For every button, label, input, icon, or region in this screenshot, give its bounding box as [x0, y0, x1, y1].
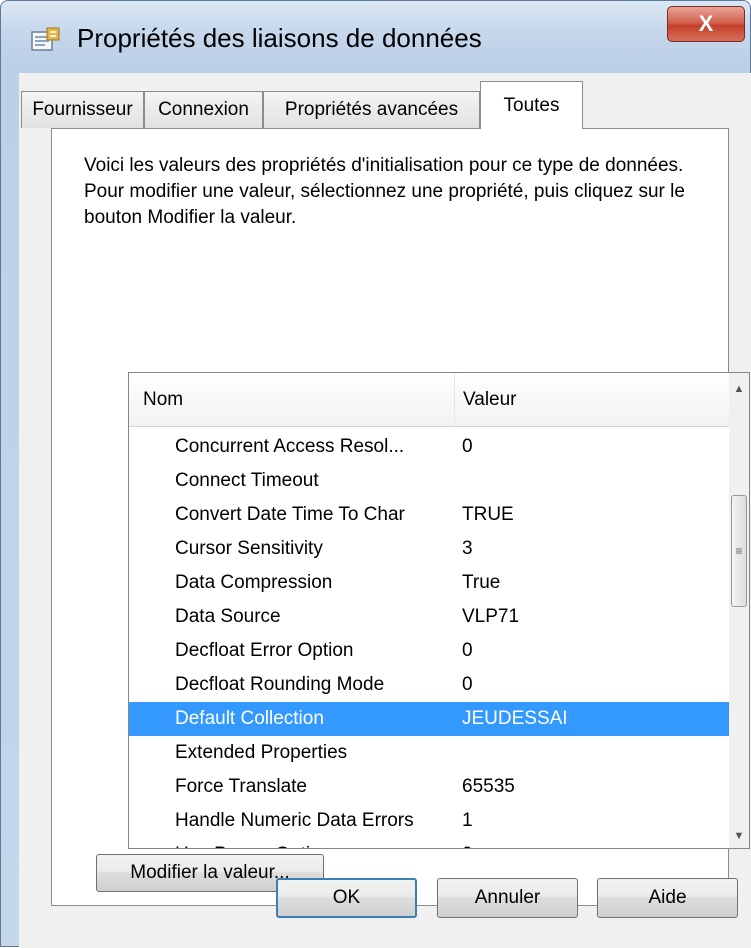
list-row[interactable]: Handle Numeric Data Errors 1: [129, 804, 729, 838]
list-header: Nom Valeur: [129, 373, 729, 427]
tab-label: Propriétés avancées: [284, 99, 459, 120]
help-button[interactable]: Aide: [597, 878, 738, 918]
tab-fournisseur[interactable]: Fournisseur: [21, 91, 144, 128]
property-value: 0: [462, 436, 473, 457]
close-button[interactable]: X: [667, 6, 745, 42]
tab-proprietes-avancees[interactable]: Propriétés avancées: [263, 91, 480, 128]
property-name: Hex Parser Option: [175, 838, 331, 848]
column-divider[interactable]: [454, 373, 455, 427]
property-name: Decfloat Rounding Mode: [175, 674, 385, 695]
scroll-down-icon[interactable]: ▼: [729, 824, 749, 848]
button-label: OK: [332, 887, 361, 908]
property-name: Force Translate: [175, 776, 307, 797]
tab-label: Fournisseur: [32, 99, 133, 120]
list-row[interactable]: Connect Timeout: [129, 464, 729, 498]
property-value: 0: [462, 674, 473, 695]
list-row[interactable]: Decfloat Rounding Mode 0: [129, 668, 729, 702]
title-bar[interactable]: Propriétés des liaisons de données X: [1, 1, 750, 61]
property-value: TRUE: [462, 504, 514, 525]
ok-button[interactable]: OK: [276, 878, 417, 918]
property-name: Extended Properties: [175, 742, 348, 763]
panel-description: Voici les valeurs des propriétés d'initi…: [84, 155, 685, 228]
list-row[interactable]: Extended Properties: [129, 736, 729, 770]
list-row[interactable]: Convert Date Time To Char TRUE: [129, 498, 729, 532]
grip-icon: ≡: [735, 544, 743, 558]
scroll-up-icon[interactable]: ▲: [729, 377, 749, 401]
tab-label: Connexion: [158, 99, 249, 120]
tab-connexion[interactable]: Connexion: [144, 91, 263, 128]
cancel-button[interactable]: Annuler: [437, 878, 578, 918]
tab-strip: Fournisseur Connexion Propriétés avancée…: [19, 73, 751, 129]
property-name: Handle Numeric Data Errors: [175, 810, 414, 831]
tab-panel-toutes: Voici les valeurs des propriétés d'initi…: [51, 128, 750, 906]
property-name: Convert Date Time To Char: [175, 504, 405, 525]
list-rows: Concurrent Access Resol... 0 Connect Time…: [129, 430, 729, 848]
property-name: Decfloat Error Option: [175, 640, 354, 661]
property-value: 65535: [462, 776, 515, 797]
window-title: Propriétés des liaisons de données: [77, 23, 482, 53]
property-name: Cursor Sensitivity: [175, 538, 323, 559]
property-value: 1: [462, 810, 473, 831]
property-name: Data Source: [175, 606, 281, 627]
column-header-nom[interactable]: Nom: [143, 373, 183, 427]
list-row[interactable]: Cursor Sensitivity 3: [129, 532, 729, 566]
property-value: JEUDESSAI: [462, 708, 568, 729]
button-label: Annuler: [474, 887, 541, 908]
button-label: Modifier la valeur...: [130, 862, 290, 883]
tab-toutes[interactable]: Toutes: [480, 81, 583, 129]
list-row[interactable]: Data Compression True: [129, 566, 729, 600]
property-value: True: [462, 572, 501, 593]
property-value: 0: [462, 838, 473, 848]
tab-label: Toutes: [503, 94, 560, 116]
property-value: 0: [462, 640, 473, 661]
properties-list[interactable]: Nom Valeur Concurrent Access Resol... 0 C…: [128, 372, 750, 849]
list-row[interactable]: Hex Parser Option 0: [129, 838, 729, 848]
property-name: Connect Timeout: [175, 470, 319, 491]
list-row[interactable]: Decfloat Error Option 0: [129, 634, 729, 668]
list-row[interactable]: Force Translate 65535: [129, 770, 729, 804]
dialog-client-area: Fournisseur Connexion Propriétés avancée…: [19, 73, 751, 948]
dialog-window: Propriétés des liaisons de données X Fou…: [0, 0, 751, 948]
property-name: Concurrent Access Resol...: [175, 436, 405, 457]
scroll-thumb[interactable]: ≡: [731, 495, 747, 607]
list-row-selected[interactable]: Default Collection JEUDESSAI: [129, 702, 729, 736]
property-value: VLP71: [462, 606, 520, 627]
property-name: Default Collection: [175, 708, 324, 729]
list-row[interactable]: Concurrent Access Resol... 0: [129, 430, 729, 464]
property-value: 3: [462, 538, 473, 559]
column-header-valeur[interactable]: Valeur: [463, 373, 517, 427]
vertical-scrollbar[interactable]: ▲ ≡ ▼: [729, 373, 749, 848]
property-name: Data Compression: [175, 572, 333, 593]
button-label: Aide: [648, 887, 687, 908]
list-row[interactable]: Data Source VLP71: [129, 600, 729, 634]
close-icon: X: [698, 11, 714, 36]
data-link-icon: [31, 27, 61, 53]
